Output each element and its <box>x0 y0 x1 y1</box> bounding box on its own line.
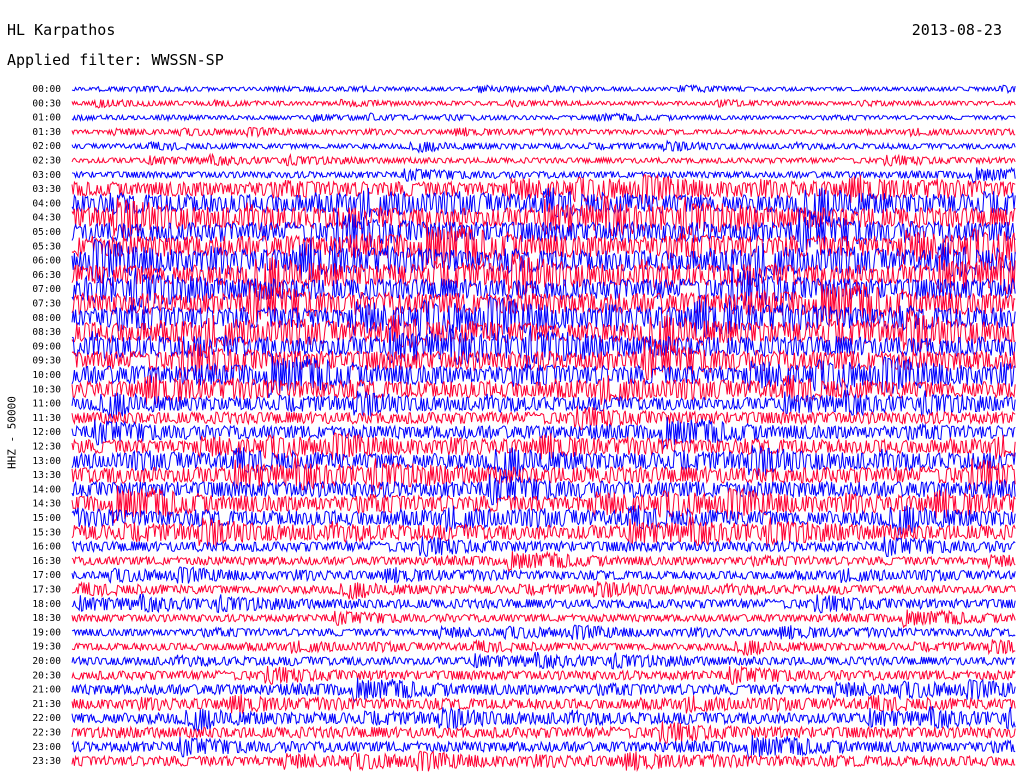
row-time-label: 02:30 <box>32 156 61 167</box>
row-time-label: 23:00 <box>32 742 61 753</box>
seismic-trace <box>71 341 1016 381</box>
row-time-label: 23:30 <box>32 756 61 767</box>
row-time-label: 15:30 <box>32 527 61 538</box>
row-time-label: 17:30 <box>32 585 61 596</box>
seismic-trace <box>71 651 1016 670</box>
row-time-label: 03:30 <box>32 184 61 195</box>
row-time-label: 10:30 <box>32 384 61 395</box>
row-time-label: 21:00 <box>32 685 61 696</box>
row-time-label: 12:30 <box>32 442 61 453</box>
row-time-label: 07:30 <box>32 299 61 310</box>
row-time-label: 09:00 <box>32 341 61 352</box>
row-time-label: 03:00 <box>32 170 61 181</box>
row-time-label: 04:30 <box>32 213 61 224</box>
seismic-trace <box>71 566 1016 585</box>
row-time-label: 08:30 <box>32 327 61 338</box>
row-time-label: 15:00 <box>32 513 61 524</box>
row-time-label: 09:30 <box>32 356 61 367</box>
row-time-label: 01:30 <box>32 127 61 138</box>
row-time-label: 13:30 <box>32 470 61 481</box>
row-time-label: 10:00 <box>32 370 61 381</box>
row-time-label: 19:00 <box>32 627 61 638</box>
row-time-label: 14:30 <box>32 499 61 510</box>
row-time-label: 14:00 <box>32 484 61 495</box>
seismic-trace <box>71 211 1016 253</box>
seismic-trace <box>71 98 1016 109</box>
seismic-trace <box>71 432 1016 461</box>
seismic-trace <box>71 84 1016 95</box>
seismic-trace <box>71 639 1016 657</box>
seismic-trace <box>71 166 1016 184</box>
row-time-label: 06:00 <box>32 256 61 267</box>
row-time-label: 08:00 <box>32 313 61 324</box>
seismic-trace <box>71 550 1016 573</box>
row-time-label: 21:30 <box>32 699 61 710</box>
row-time-label: 20:30 <box>32 670 61 681</box>
row-time-label: 05:30 <box>32 241 61 252</box>
row-time-label: 05:00 <box>32 227 61 238</box>
seismic-trace <box>71 580 1016 601</box>
row-time-label: 20:00 <box>32 656 61 667</box>
seismic-trace <box>71 734 1016 761</box>
seismic-trace <box>71 694 1016 715</box>
row-time-label: 11:00 <box>32 399 61 410</box>
seismic-trace <box>71 152 1016 167</box>
row-time-label: 11:30 <box>32 413 61 424</box>
row-time-label: 17:00 <box>32 570 61 581</box>
seismic-trace <box>71 665 1016 685</box>
row-time-label: 16:30 <box>32 556 61 567</box>
row-time-label: 12:00 <box>32 427 61 438</box>
seismic-trace <box>71 608 1016 629</box>
seismic-trace <box>71 624 1016 641</box>
row-time-label: 22:30 <box>32 728 61 739</box>
seismic-trace <box>71 750 1016 772</box>
seismic-trace <box>71 112 1016 123</box>
row-time-label: 00:30 <box>32 98 61 109</box>
helicorder-plot: 00:00 00:30 01:00 01:30 02:00 02:30 03:00 03:30… <box>32 84 1016 772</box>
seismic-trace <box>71 139 1016 154</box>
seismic-trace <box>71 485 1016 524</box>
row-time-label: 13:00 <box>32 456 61 467</box>
row-time-label: 01:00 <box>32 113 61 124</box>
row-time-label: 07:00 <box>32 284 61 295</box>
row-time-label: 02:00 <box>32 141 61 152</box>
row-time-label: 04:00 <box>32 198 61 209</box>
row-time-label: 18:00 <box>32 599 61 610</box>
row-time-label: 22:00 <box>32 713 61 724</box>
row-time-label: 06:30 <box>32 270 61 281</box>
row-time-label: 16:00 <box>32 542 61 553</box>
seismic-trace <box>71 593 1016 614</box>
seismic-trace <box>71 126 1016 139</box>
seismic-trace <box>71 706 1016 733</box>
row-time-label: 00:00 <box>32 84 61 95</box>
row-time-label: 18:30 <box>32 613 61 624</box>
row-time-label: 19:30 <box>32 642 61 653</box>
